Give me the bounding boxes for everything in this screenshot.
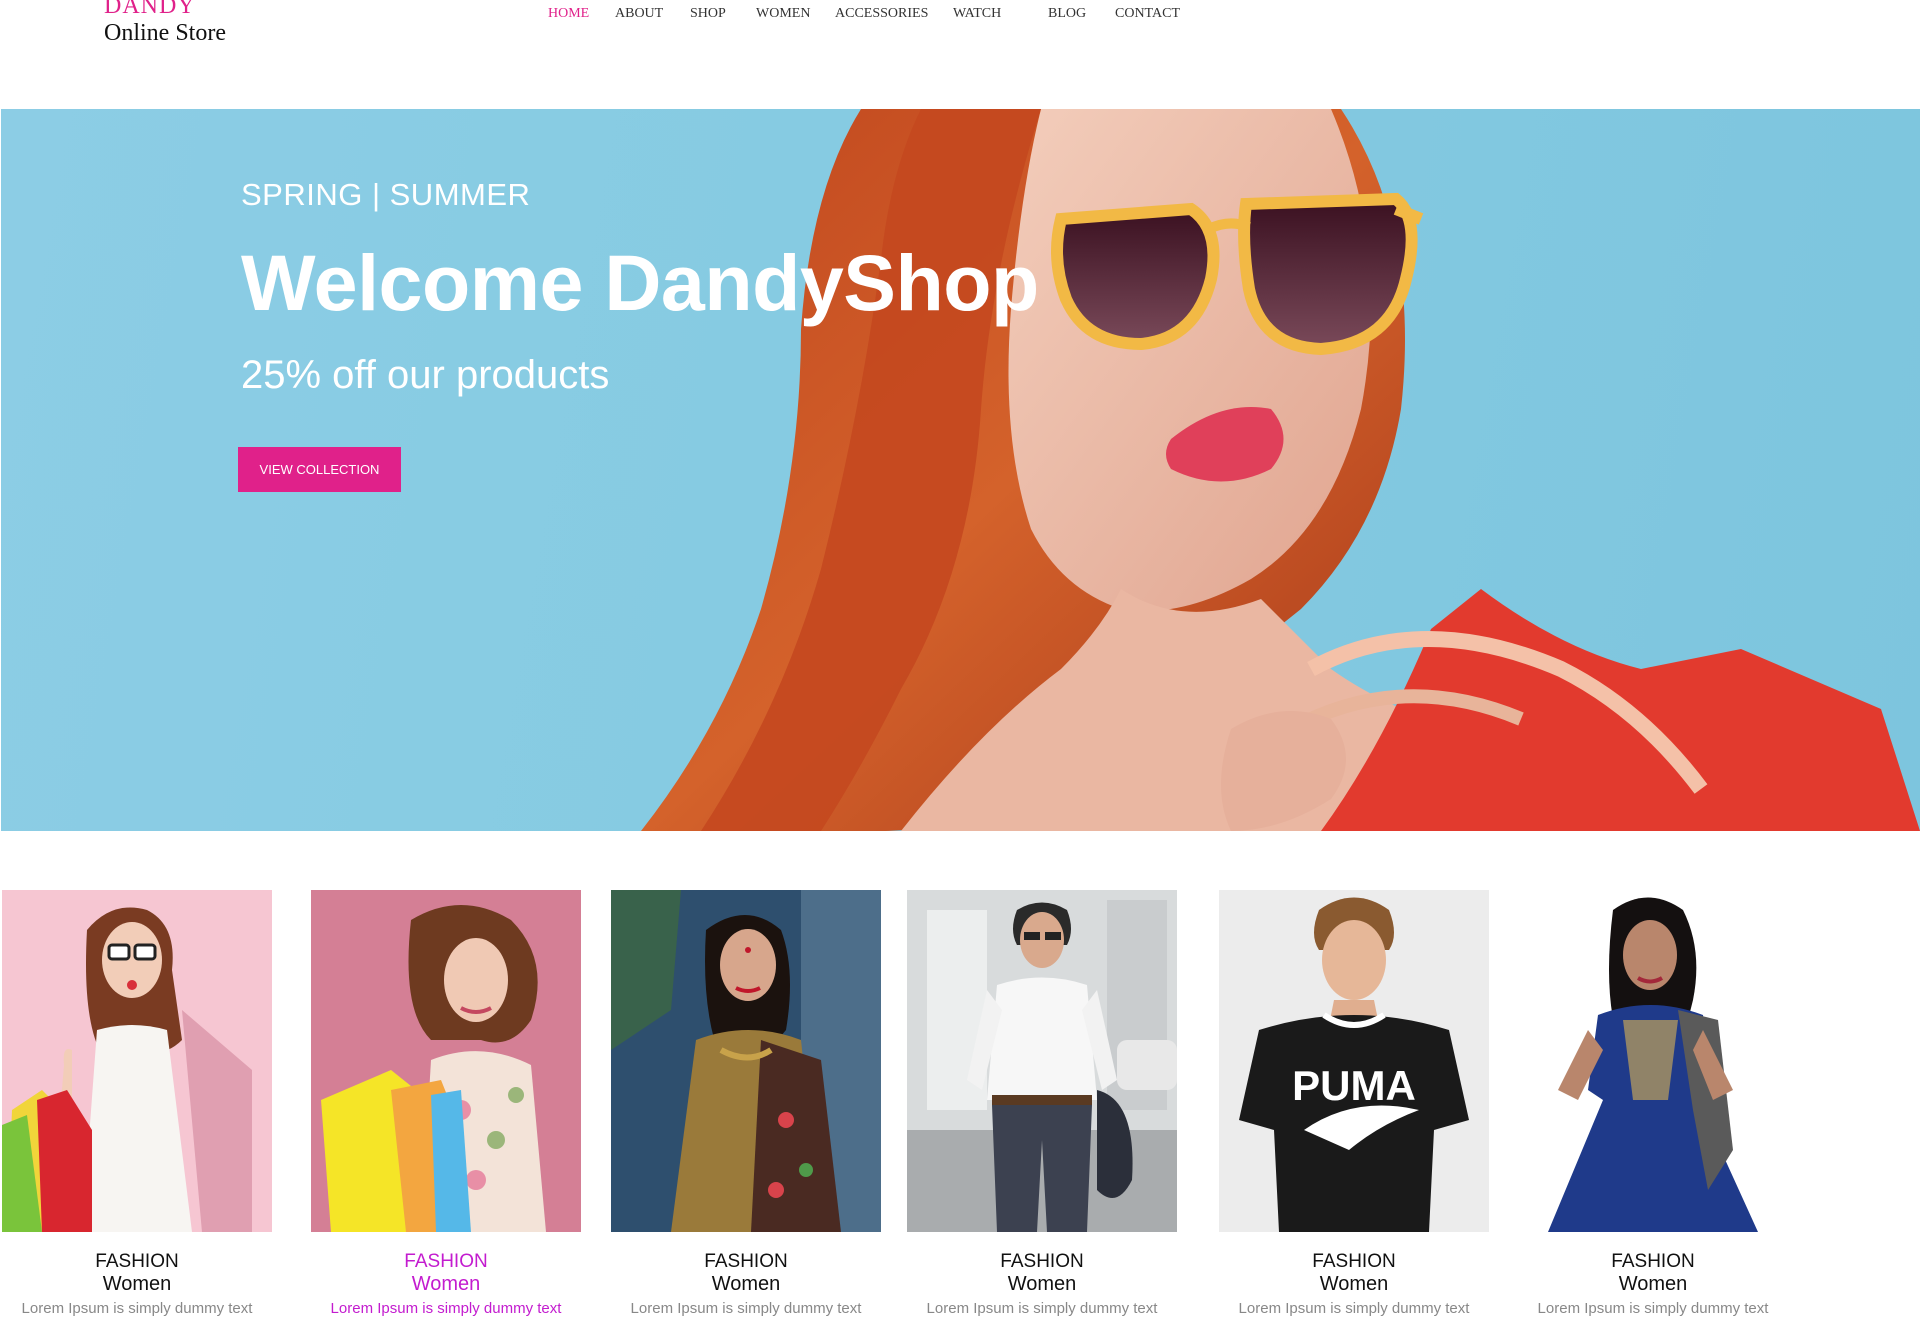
product-name[interactable]: Women — [1189, 1273, 1519, 1296]
nav-item-shop[interactable]: SHOP — [690, 6, 726, 22]
nav-item-watch[interactable]: WATCH — [953, 6, 1001, 22]
nav-item-contact[interactable]: CONTACT — [1115, 6, 1180, 22]
nav-item-accessories[interactable]: ACCESSORIES — [835, 6, 928, 22]
svg-text:PUMA: PUMA — [1292, 1062, 1416, 1109]
product-description: Lorem Ipsum is simply dummy text — [1238, 1300, 1470, 1317]
logo-tagline: Online Store — [104, 20, 226, 46]
product-category: FASHION — [95, 1251, 179, 1272]
product-image[interactable] — [311, 890, 581, 1232]
product-description: Lorem Ipsum is simply dummy text — [1537, 1300, 1769, 1317]
nav-item-blog[interactable]: BLOG — [1048, 6, 1086, 22]
product-image[interactable] — [2, 890, 272, 1232]
product-image[interactable] — [1518, 890, 1788, 1232]
product-name[interactable]: Women — [0, 1273, 302, 1296]
product-category: FASHION — [1611, 1251, 1695, 1272]
product-category: FASHION — [704, 1251, 788, 1272]
product-name[interactable]: Women — [581, 1273, 911, 1296]
product-image[interactable] — [611, 890, 881, 1232]
nav-item-about[interactable]: ABOUT — [615, 6, 663, 22]
hero-subtitle: SPRING | SUMMER — [241, 177, 531, 212]
product-photo-woman-sunglasses — [2, 890, 272, 1232]
product-name[interactable]: Women — [281, 1273, 611, 1296]
product-name[interactable]: Women — [877, 1273, 1207, 1296]
product-photo-woman-curly-hair — [311, 890, 581, 1232]
product-photo-woman-saree — [611, 890, 881, 1232]
product-description: Lorem Ipsum is simply dummy text — [926, 1300, 1158, 1317]
product-image[interactable]: PUMA — [1219, 890, 1489, 1232]
product-photo-man-puma-tshirt: PUMA — [1219, 890, 1489, 1232]
product-description: Lorem Ipsum is simply dummy text — [330, 1300, 562, 1317]
product-description: Lorem Ipsum is simply dummy text — [630, 1300, 862, 1317]
product-category: FASHION — [1000, 1251, 1084, 1272]
nav-item-women[interactable]: WOMEN — [756, 6, 810, 22]
product-category: FASHION — [1312, 1251, 1396, 1272]
view-collection-button[interactable]: VIEW COLLECTION — [238, 447, 401, 492]
product-description: Lorem Ipsum is simply dummy text — [21, 1300, 253, 1317]
product-name[interactable]: Women — [1488, 1273, 1818, 1296]
nav-item-home[interactable]: HOME — [548, 6, 589, 22]
hero-offer-text: 25% off our products — [241, 353, 610, 397]
site-logo[interactable]: DANDY Online Store — [104, 0, 226, 48]
hero-title: Welcome DandyShop — [241, 238, 1039, 327]
hero-banner: SPRING | SUMMER Welcome DandyShop 25% of… — [1, 109, 1920, 831]
product-photo-woman-blue-dress — [1518, 890, 1788, 1232]
product-image[interactable] — [907, 890, 1177, 1232]
logo-brand-name: DANDY — [104, 0, 196, 19]
product-photo-man-white-shirt — [907, 890, 1177, 1232]
product-category: FASHION — [404, 1251, 488, 1272]
